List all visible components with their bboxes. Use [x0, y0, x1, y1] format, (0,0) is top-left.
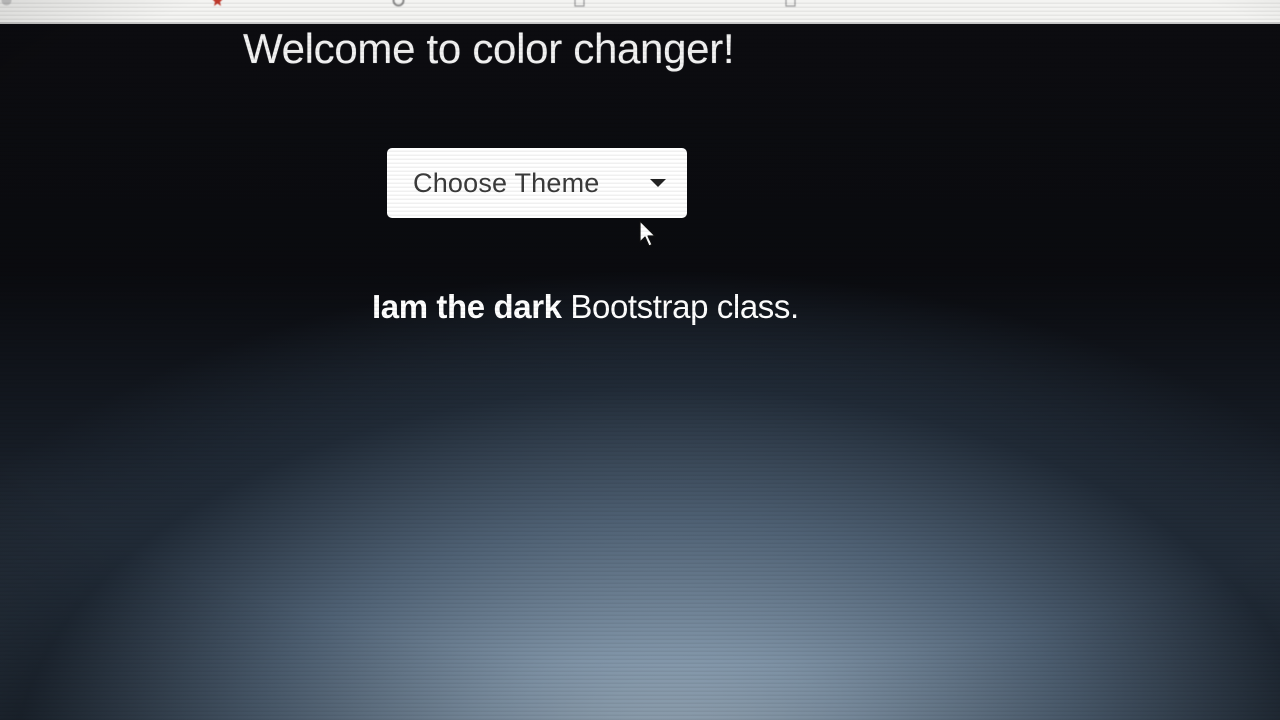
bookmark-item[interactable]: [0, 0, 13, 7]
bookmarks-list: [0, 0, 1280, 7]
mouse-pointer-icon: [639, 220, 656, 247]
document-icon: [785, 0, 796, 7]
bookmark-item[interactable]: [573, 0, 586, 7]
screen-vignette: [0, 0, 1280, 720]
page-title: Welcome to color changer!: [243, 25, 735, 72]
theme-dropdown-button[interactable]: Choose Theme: [387, 148, 687, 218]
dropdown-label: Choose Theme: [413, 167, 600, 198]
theme-message: Iam the dark Bootstrap class.: [372, 288, 799, 326]
bookmark-icon: [392, 0, 405, 7]
message-prefix: Iam the: [372, 288, 494, 325]
bookmark-icon: [1, 0, 12, 6]
message-theme-name: dark: [493, 288, 563, 325]
bookmark-item[interactable]: [392, 0, 405, 7]
bookmark-item[interactable]: [784, 0, 797, 7]
browser-bookmarks-bar: [0, 0, 1280, 24]
bookmark-icon: [213, 0, 222, 6]
bookmark-item[interactable]: [211, 0, 224, 7]
caret-down-icon: [650, 179, 666, 187]
screen-texture: [0, 0, 1280, 720]
message-suffix: Bootstrap class.: [561, 288, 799, 325]
document-icon: [574, 0, 585, 7]
